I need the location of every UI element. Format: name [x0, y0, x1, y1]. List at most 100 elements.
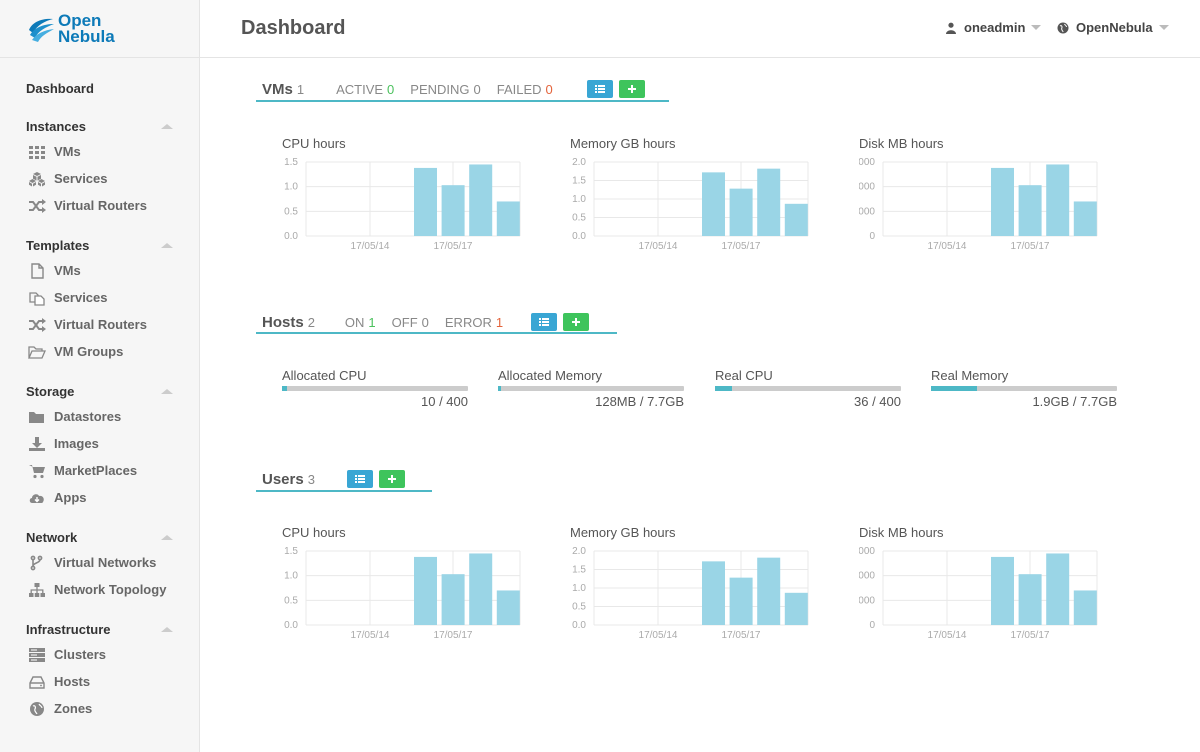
chart-bar — [1073, 201, 1097, 236]
chart-bar — [702, 561, 725, 625]
chart-bar — [1018, 185, 1042, 236]
vms-list-button[interactable] — [586, 80, 613, 98]
users-cpu-chart: CPU hours 0.0 0.5 1.0 1.5 17/05/14 17/05/17 — [282, 525, 522, 645]
chart-bar — [441, 185, 465, 236]
collapse-caret-icon[interactable] — [161, 389, 173, 394]
chevron-down-icon — [1031, 25, 1042, 30]
zone-menu[interactable]: OpenNebula — [1057, 20, 1169, 35]
real-memory-meter: Real Memory 1.9GB / 7.7GB — [931, 368, 1117, 409]
y-tick-label: 1.5 — [284, 546, 298, 557]
user-menu[interactable]: oneadmin — [945, 20, 1042, 35]
sidebar-header-network[interactable]: Network — [0, 525, 199, 549]
sidebar-item-network-topology[interactable]: Network Topology — [0, 576, 199, 603]
chart-bar — [496, 590, 520, 625]
hosts-title[interactable]: Hosts — [262, 314, 304, 331]
vms-add-button[interactable] — [618, 80, 645, 98]
sidebar-item-instances-vms[interactable]: VMs — [0, 138, 199, 165]
sidebar-item-zones[interactable]: Zones — [0, 695, 199, 722]
collapse-caret-icon[interactable] — [161, 627, 173, 632]
sidebar-item-templates-services[interactable]: Services — [0, 284, 199, 311]
hdd-icon — [28, 674, 46, 690]
main-content: VMs 1 ACTIVE 0 PENDING 0 FAILED 0 CPU hours… — [200, 58, 1200, 752]
real-cpu-meter: Real CPU 36 / 400 — [715, 368, 901, 409]
y-tick-label: 0.0 — [284, 231, 298, 242]
sidebar-item-marketplaces[interactable]: MarketPlaces — [0, 457, 199, 484]
x-tick-label: 17/05/17 — [434, 241, 473, 252]
sidebar-header-storage[interactable]: Storage — [0, 379, 199, 403]
hosts-section-header: Hosts 2 ON 1 OFF 0 ERROR 1 — [262, 310, 590, 334]
y-tick-label: 0.5 — [572, 213, 586, 224]
sidebar-item-dashboard[interactable]: Dashboard — [0, 76, 199, 100]
users-list-button[interactable] — [346, 470, 373, 488]
chart-title: Disk MB hours — [859, 136, 944, 151]
stat-label: ERROR — [444, 314, 492, 330]
meter-track — [282, 386, 468, 391]
vms-pending-stat[interactable]: PENDING 0 — [410, 82, 480, 97]
opennebula-logo-icon — [29, 18, 54, 42]
chart-title: Memory GB hours — [570, 525, 676, 540]
y-tick-label: 0.0 — [284, 620, 298, 631]
allocated-cpu-meter: Allocated CPU 10 / 400 — [282, 368, 468, 409]
chart-plot: 0.0 0.5 1.0 1.5 2.0 17/05/14 17/05/17 — [572, 157, 809, 252]
sidebar-item-templates-virtual-routers[interactable]: Virtual Routers — [0, 311, 199, 338]
sidebar-item-clusters[interactable]: Clusters — [0, 641, 199, 668]
collapse-caret-icon[interactable] — [161, 124, 173, 129]
stat-label: FAILED — [496, 81, 542, 97]
cart-icon — [28, 463, 46, 479]
meter-fill — [931, 386, 977, 391]
chart-bar — [1073, 590, 1097, 625]
y-tick-label: 1.5 — [572, 176, 586, 187]
chart-bar — [414, 556, 437, 625]
sidebar-header-instances[interactable]: Instances — [0, 114, 199, 138]
y-tick-label: 2000 — [859, 182, 875, 193]
chart-plot: 0 1000 2000 3000 17/05/14 17/05/17 — [859, 157, 1098, 252]
logo[interactable]: Open Nebula — [0, 0, 199, 58]
stat-value: 0 — [421, 314, 429, 330]
y-tick-label: 0.5 — [284, 206, 298, 217]
sidebar-item-virtual-networks[interactable]: Virtual Networks — [0, 549, 199, 576]
sidebar-item-templates-vm-groups[interactable]: VM Groups — [0, 338, 199, 365]
sidebar-header-templates[interactable]: Templates — [0, 233, 199, 257]
sidebar-item-apps[interactable]: Apps — [0, 484, 199, 511]
vms-active-stat[interactable]: ACTIVE 0 — [336, 82, 394, 97]
sidebar-item-instances-virtual-routers[interactable]: Virtual Routers — [0, 192, 199, 219]
vms-disk-chart: Disk MB hours 0 1000 2000 3000 17/05/14 17/05/… — [859, 136, 1099, 256]
hosts-section-underline — [256, 332, 617, 334]
users-add-button[interactable] — [378, 470, 405, 488]
y-tick-label: 0.5 — [284, 595, 298, 606]
stat-label: ON — [344, 314, 365, 330]
hosts-list-button[interactable] — [531, 313, 558, 331]
vms-failed-stat[interactable]: FAILED 0 — [497, 82, 553, 97]
sidebar-item-datastores[interactable]: Datastores — [0, 403, 199, 430]
chart-bar — [991, 556, 1014, 625]
y-tick-label: 1.0 — [572, 583, 586, 594]
x-tick-label: 17/05/14 — [351, 630, 390, 641]
sidebar-item-images[interactable]: Images — [0, 430, 199, 457]
vms-section-underline — [256, 100, 669, 102]
sidebar-item-instances-services[interactable]: Services — [0, 165, 199, 192]
chart-plot: 0.0 0.5 1.0 1.5 17/05/14 17/05/17 — [284, 157, 521, 252]
sidebar-item-templates-vms[interactable]: VMs — [0, 257, 199, 284]
hosts-add-button[interactable] — [563, 313, 590, 331]
logo-text: Open Nebula — [58, 12, 115, 45]
y-tick-label: 1.5 — [572, 565, 586, 576]
sidebar-header-infrastructure[interactable]: Infrastructure — [0, 617, 199, 641]
hosts-on-stat[interactable]: ON 1 — [345, 315, 376, 330]
chart-bar — [702, 172, 725, 236]
sidebar-header-label: Storage — [26, 383, 75, 399]
collapse-caret-icon[interactable] — [161, 243, 173, 248]
hosts-off-stat[interactable]: OFF 0 — [392, 315, 429, 330]
users-title[interactable]: Users — [262, 471, 304, 488]
sidebar-item-hosts[interactable]: Hosts — [0, 668, 199, 695]
collapse-caret-icon[interactable] — [161, 535, 173, 540]
vms-title[interactable]: VMs — [262, 81, 293, 98]
meter-value: 1.9GB / 7.7GB — [1032, 394, 1117, 409]
chart-plot: 0.0 0.5 1.0 1.5 17/05/14 17/05/17 — [284, 546, 521, 641]
y-tick-label: 1.0 — [572, 194, 586, 205]
chart-bar — [1046, 553, 1070, 625]
y-tick-label: 1000 — [859, 206, 875, 217]
zone-name: OpenNebula — [1076, 20, 1153, 35]
hosts-error-stat[interactable]: ERROR 1 — [445, 315, 503, 330]
users-count: 3 — [307, 471, 315, 487]
hosts-count: 2 — [307, 314, 315, 330]
